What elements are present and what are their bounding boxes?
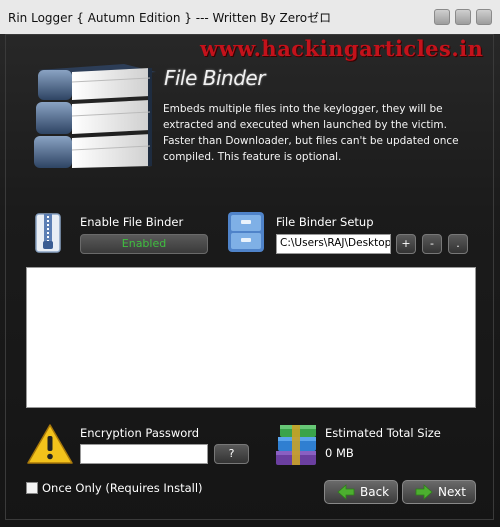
password-help-button[interactable]: ? [214,444,249,464]
window-title: Rin Logger { Autumn Edition } --- Writte… [8,11,332,25]
app-window: Rin Logger { Autumn Edition } --- Writte… [0,0,500,527]
arrow-right-icon [415,484,433,500]
minimize-button[interactable] [434,9,450,25]
warning-icon [27,424,73,464]
close-button[interactable] [476,9,492,25]
encryption-password-field[interactable] [80,444,208,464]
maximize-button[interactable] [455,9,471,25]
archive-stack-icon [276,425,316,465]
back-button-label: Back [360,485,390,499]
watermark-text: www.hackingarticles.in [200,36,484,61]
file-cabinet-icon [228,212,264,252]
enable-file-binder-label: Enable File Binder [80,215,184,229]
file-binder-setup-label: File Binder Setup [276,215,374,229]
add-file-button[interactable]: + [396,234,416,254]
once-only-checkbox[interactable] [26,482,38,494]
options-button[interactable]: . [448,234,468,254]
estimated-size-label: Estimated Total Size [325,426,441,440]
next-button[interactable]: Next [402,480,476,504]
page-description: Embeds multiple files into the keylogger… [163,103,459,163]
zip-file-icon [35,213,61,253]
file-list[interactable] [26,267,476,408]
once-only-label: Once Only (Requires Install) [42,481,203,495]
title-bar: Rin Logger { Autumn Edition } --- Writte… [0,0,500,34]
next-button-label: Next [438,485,466,499]
remove-file-button[interactable]: - [422,234,442,254]
page-title: File Binder [164,66,265,90]
encryption-password-label: Encryption Password [80,426,200,440]
estimated-size-value: 0 MB [325,446,354,460]
file-path-input[interactable]: C:\Users\RAJ\Desktop [276,234,391,254]
back-button[interactable]: Back [324,480,398,504]
books-icon [34,64,156,168]
enabled-toggle-button[interactable]: Enabled [80,234,208,254]
arrow-left-icon [337,484,355,500]
